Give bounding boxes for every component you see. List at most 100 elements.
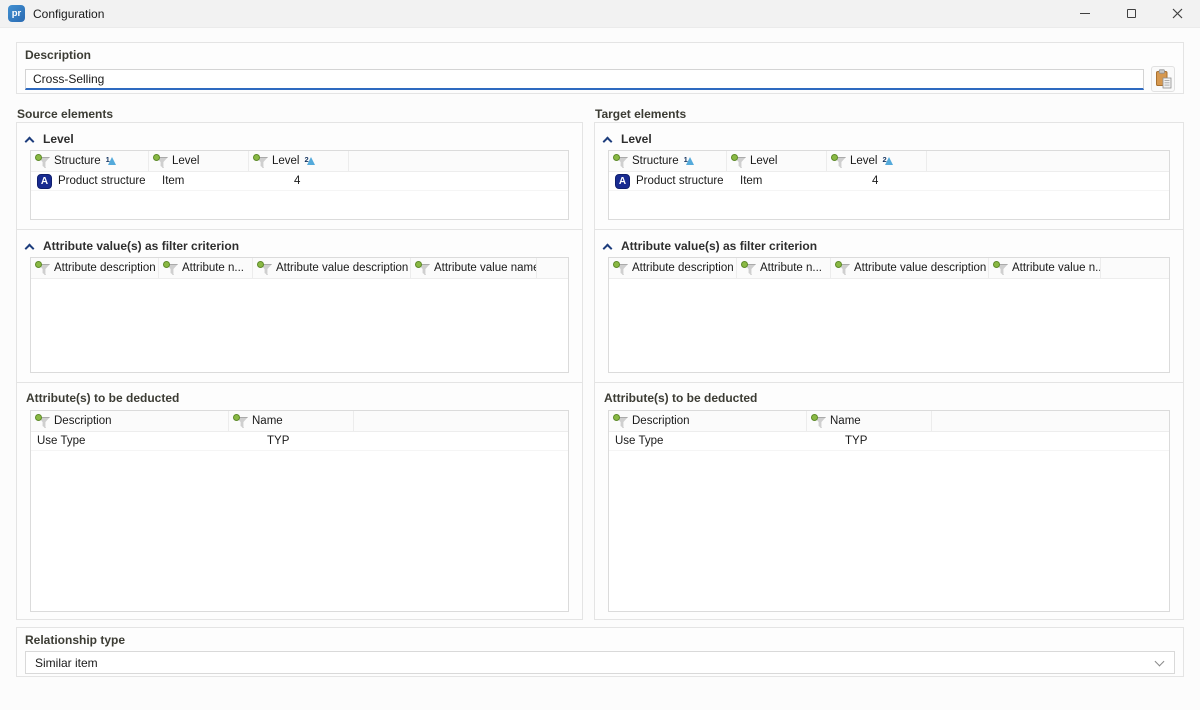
window-controls	[1062, 0, 1200, 28]
column-label: Name	[252, 415, 283, 427]
filter-funnel-icon[interactable]	[164, 262, 177, 274]
target-filter-section-header[interactable]: Attribute value(s) as filter criterion	[595, 230, 1183, 254]
column-header-attribute-name[interactable]: Attribute n...	[737, 258, 831, 278]
sort-ascending-icon: 2	[883, 156, 895, 167]
collapse-chevron-icon	[26, 242, 35, 250]
table-row[interactable]: Use Type TYP	[31, 432, 568, 451]
cell-structure: Product structure	[58, 175, 146, 187]
filter-funnel-icon[interactable]	[36, 415, 49, 427]
close-button[interactable]	[1154, 0, 1200, 28]
source-filter-table: Attribute description Attribute n... Att…	[30, 257, 569, 373]
cell-level: Item	[727, 175, 827, 187]
table-row[interactable]: A Product structure Item 4	[31, 172, 568, 191]
column-label: Description	[632, 415, 690, 427]
target-deducted-header: Attribute(s) to be deducted	[595, 383, 1183, 407]
sort-ascending-icon: 1	[106, 156, 118, 167]
configuration-window: pr Configuration Description	[0, 0, 1200, 710]
column-label: Attribute value n...	[1012, 262, 1101, 274]
column-header-attribute-value-name[interactable]: Attribute value name	[411, 258, 537, 278]
column-label: Attribute description	[632, 262, 734, 274]
table-header-row: Attribute description Attribute n... Att…	[31, 258, 568, 279]
filter-funnel-icon[interactable]	[832, 155, 845, 167]
cell-name: TYP	[807, 435, 932, 447]
filter-funnel-icon[interactable]	[234, 415, 247, 427]
maximize-button[interactable]	[1108, 0, 1154, 28]
filter-funnel-icon[interactable]	[416, 262, 429, 274]
clipboard-paste-icon	[1155, 69, 1172, 89]
source-filter-section-header[interactable]: Attribute value(s) as filter criterion	[17, 230, 582, 254]
column-header-empty	[1101, 258, 1169, 278]
cell-description: Use Type	[609, 435, 807, 447]
column-header-level-2[interactable]: Level 2	[827, 151, 927, 171]
filter-funnel-icon[interactable]	[614, 262, 627, 274]
column-header-empty	[537, 258, 568, 278]
column-header-attribute-value-description[interactable]: Attribute value description	[831, 258, 989, 278]
column-header-attribute-value-name[interactable]: Attribute value n...	[989, 258, 1101, 278]
target-level-section-header[interactable]: Level	[595, 123, 1183, 147]
filter-funnel-icon[interactable]	[742, 262, 755, 274]
source-level-section-header[interactable]: Level	[17, 123, 582, 147]
table-header-row: Description Name	[31, 411, 568, 432]
column-label: Description	[54, 415, 112, 427]
column-header-name[interactable]: Name	[807, 411, 932, 431]
dialog-content: Description Source elements Target eleme	[0, 28, 1200, 710]
window-title: Configuration	[33, 7, 104, 21]
source-elements-label: Source elements	[17, 107, 113, 121]
description-input[interactable]	[25, 69, 1144, 90]
collapse-chevron-icon	[604, 242, 613, 250]
source-deducted-table: Description Name Use Type TYP	[30, 410, 569, 612]
column-header-empty	[932, 411, 1169, 431]
filter-funnel-icon[interactable]	[36, 155, 49, 167]
column-header-description[interactable]: Description	[609, 411, 807, 431]
relationship-type-select[interactable]: Similar item	[25, 651, 1175, 674]
column-label: Attribute n...	[760, 262, 822, 274]
table-row[interactable]: A Product structure Item 4	[609, 172, 1169, 191]
column-header-structure[interactable]: Structure 1	[609, 151, 727, 171]
section-title: Level	[43, 132, 74, 146]
table-row[interactable]: Use Type TYP	[609, 432, 1169, 451]
filter-funnel-icon[interactable]	[36, 262, 49, 274]
sort-ascending-icon: 2	[305, 156, 317, 167]
column-label: Attribute description	[54, 262, 156, 274]
column-header-level[interactable]: Level	[727, 151, 827, 171]
close-icon	[1172, 8, 1183, 19]
filter-funnel-icon[interactable]	[836, 262, 849, 274]
column-label: Attribute n...	[182, 262, 244, 274]
source-level-table: Structure 1 Level Level 2	[30, 150, 569, 220]
section-title: Attribute value(s) as filter criterion	[43, 239, 239, 253]
filter-funnel-icon[interactable]	[614, 155, 627, 167]
filter-funnel-icon[interactable]	[732, 155, 745, 167]
column-header-attribute-name[interactable]: Attribute n...	[159, 258, 253, 278]
source-deducted-header: Attribute(s) to be deducted	[17, 383, 582, 407]
cell-description: Use Type	[31, 435, 229, 447]
table-header-row: Attribute description Attribute n... Att…	[609, 258, 1169, 279]
filter-funnel-icon[interactable]	[254, 155, 267, 167]
selected-relationship-value: Similar item	[35, 656, 98, 670]
app-icon: pr	[8, 5, 25, 22]
column-header-attribute-value-description[interactable]: Attribute value description	[253, 258, 411, 278]
maximize-icon	[1127, 9, 1136, 18]
minimize-button[interactable]	[1062, 0, 1108, 28]
column-header-level-2[interactable]: Level 2	[249, 151, 349, 171]
column-header-level[interactable]: Level	[149, 151, 249, 171]
target-level-table: Structure 1 Level Level 2	[608, 150, 1170, 220]
column-header-description[interactable]: Description	[31, 411, 229, 431]
filter-funnel-icon[interactable]	[614, 415, 627, 427]
structure-type-badge: A	[615, 174, 630, 189]
filter-funnel-icon[interactable]	[154, 155, 167, 167]
column-label: Structure	[54, 155, 101, 167]
filter-funnel-icon[interactable]	[258, 262, 271, 274]
column-label: Level	[172, 155, 200, 167]
column-header-attribute-description[interactable]: Attribute description	[609, 258, 737, 278]
column-header-name[interactable]: Name	[229, 411, 354, 431]
chevron-down-icon	[1155, 658, 1165, 667]
target-deducted-table: Description Name Use Type TYP	[608, 410, 1170, 612]
column-header-structure[interactable]: Structure 1	[31, 151, 149, 171]
paste-button[interactable]	[1151, 66, 1175, 92]
table-header-row: Structure 1 Level Level 2	[31, 151, 568, 172]
filter-funnel-icon[interactable]	[812, 415, 825, 427]
cell-level-number: 4	[249, 175, 349, 187]
filter-funnel-icon[interactable]	[994, 262, 1007, 274]
column-header-attribute-description[interactable]: Attribute description	[31, 258, 159, 278]
target-elements-panel: Level Structure 1 Level Level	[594, 122, 1184, 620]
